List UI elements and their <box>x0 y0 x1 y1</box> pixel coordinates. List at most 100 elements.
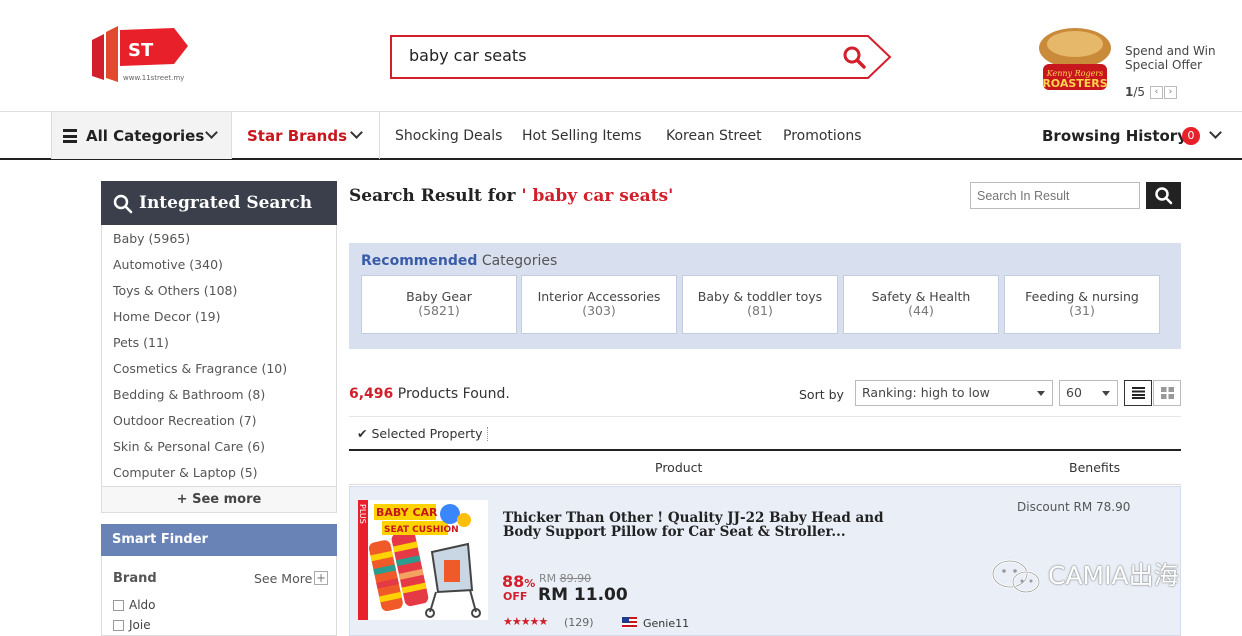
category-item[interactable]: Pets (11) <box>113 335 169 350</box>
search-input[interactable] <box>409 46 809 65</box>
promo-image[interactable]: Kenny Rogers ROASTERS <box>1035 26 1115 98</box>
product-image-text-1: BABY CAR <box>376 506 438 519</box>
brand-label: Brand <box>113 571 157 586</box>
logo-url: www.11street.my <box>123 74 185 82</box>
rec-category-name: Safety & Health <box>871 289 971 304</box>
promo-text[interactable]: Spend and Win Special Offer <box>1125 44 1216 72</box>
rec-category-count: (31) <box>1069 303 1095 318</box>
selected-property[interactable]: ✔ Selected Property <box>357 426 483 441</box>
old-price-currency: RM <box>539 572 557 585</box>
discount-percent: 88% <box>502 572 535 591</box>
integrated-search-header: Integrated Search <box>101 181 337 225</box>
list-view-button[interactable] <box>1124 380 1152 406</box>
divider <box>487 427 488 441</box>
new-price: RM 11.00 <box>538 585 628 605</box>
rec-category-card[interactable]: Baby Gear (5821) <box>361 275 517 334</box>
category-item[interactable]: Outdoor Recreation (7) <box>113 413 257 428</box>
all-categories-label: All Categories <box>86 127 205 145</box>
product-image[interactable]: BABY CAR SEAT CUSHION <box>368 500 488 620</box>
rec-category-card[interactable]: Baby & toddler toys (81) <box>682 275 838 334</box>
rec-category-card[interactable]: Interior Accessories (303) <box>521 275 677 334</box>
wechat-icon <box>991 559 1041 594</box>
brand-checkbox[interactable] <box>113 600 124 611</box>
rec-category-name: Feeding & nursing <box>1025 289 1139 304</box>
review-count[interactable]: (129) <box>564 616 594 629</box>
chevron-down-icon[interactable] <box>1209 126 1222 139</box>
rec-category-count: (81) <box>747 303 773 318</box>
history-count-badge: 0 <box>1182 127 1200 145</box>
category-item[interactable]: Home Decor (19) <box>113 309 221 324</box>
selected-property-row: ✔ Selected Property <box>349 416 1181 451</box>
main-nav: All Categories Star Brands Shocking Deal… <box>0 112 1242 160</box>
percent-sign: % <box>524 577 536 590</box>
brand-option: Joie <box>129 618 151 632</box>
category-item[interactable]: Automotive (340) <box>113 257 223 272</box>
discount-percent-value: 88 <box>502 572 525 591</box>
rec-category-card[interactable]: Feeding & nursing (31) <box>1004 275 1160 334</box>
brand-see-more[interactable]: See More <box>254 571 312 586</box>
plus-icon[interactable]: + <box>314 571 328 585</box>
seller-name[interactable]: Genie11 <box>643 617 689 630</box>
chevron-down-icon <box>350 126 363 139</box>
recommended-rest: Categories <box>481 253 558 269</box>
brand-option: Aldo <box>129 598 156 612</box>
site-header: ST www.11street.my Kenny Rogers ROASTERS… <box>0 0 1242 112</box>
result-prefix: Search Result for <box>349 186 516 206</box>
chevron-down-icon <box>205 126 218 139</box>
star-brands-menu[interactable]: Star Brands <box>232 112 380 159</box>
product-title[interactable]: Thicker Than Other ! Quality JJ-22 Baby … <box>503 511 913 539</box>
category-item[interactable]: Baby (5965) <box>113 231 190 246</box>
grid-view-icon <box>1161 387 1174 399</box>
found-text: Products Found. <box>397 386 510 402</box>
plus-tag-label: PLUS <box>358 504 367 524</box>
nav-promotions[interactable]: Promotions <box>783 128 862 144</box>
sort-select[interactable]: Ranking: high to low <box>855 380 1053 406</box>
seller-flag-icon <box>622 617 637 628</box>
category-item[interactable]: Toys & Others (108) <box>113 283 237 298</box>
rating-stars: ★★★★★ <box>503 615 548 628</box>
search-icon[interactable] <box>842 45 866 69</box>
promo-pager-total: /5 <box>1133 85 1146 99</box>
star-brands-label: Star Brands <box>247 127 348 145</box>
rec-category-count: (5821) <box>418 303 460 318</box>
rec-category-count: (303) <box>582 303 616 318</box>
category-item[interactable]: Skin & Personal Care (6) <box>113 439 265 454</box>
rec-category-name: Baby Gear <box>406 289 472 304</box>
per-page-select[interactable]: 60 <box>1059 380 1118 406</box>
all-categories-menu[interactable]: All Categories <box>51 112 232 159</box>
category-filter-list: Baby (5965) Automotive (340) Toys & Othe… <box>101 225 337 513</box>
result-query: ' baby car seats' <box>521 186 674 206</box>
product-image-text-2: SEAT CUSHION <box>384 525 459 535</box>
svg-text:ROASTERS: ROASTERS <box>1042 77 1107 90</box>
smart-finder-header: Smart Finder <box>101 524 337 556</box>
grid-view-button[interactable] <box>1153 380 1181 406</box>
rec-category-card[interactable]: Safety & Health (44) <box>843 275 999 334</box>
search-icon <box>1155 187 1173 205</box>
category-item[interactable]: Bedding & Bathroom (8) <box>113 387 265 402</box>
search-in-result-button[interactable] <box>1146 182 1181 209</box>
nav-hot-selling-items[interactable]: Hot Selling Items <box>522 128 642 144</box>
old-price-value: 89.90 <box>559 572 592 585</box>
check-icon: ✔ <box>357 426 368 441</box>
integrated-search-title: Integrated Search <box>139 193 313 213</box>
category-item[interactable]: Cosmetics & Fragrance (10) <box>113 361 287 376</box>
brand-checkbox[interactable] <box>113 620 124 631</box>
recommended-bold: Recommended <box>361 253 478 269</box>
see-more-button[interactable]: + See more <box>102 486 336 512</box>
category-item[interactable]: Computer & Laptop (5) <box>113 465 258 480</box>
search-result-title: Search Result for ' baby car seats' <box>349 186 673 206</box>
nav-shocking-deals[interactable]: Shocking Deals <box>395 128 502 144</box>
nav-korean-street[interactable]: Korean Street <box>666 128 762 144</box>
browsing-history-button[interactable]: Browsing History <box>1042 127 1187 145</box>
caret-down-icon <box>1037 391 1045 396</box>
per-page-value: 60 <box>1066 385 1082 400</box>
rec-category-count: (44) <box>908 303 934 318</box>
chevron-left-icon[interactable]: ‹ <box>1149 86 1163 99</box>
chevron-right-icon[interactable]: › <box>1163 86 1177 99</box>
search-in-result-input[interactable] <box>970 182 1140 209</box>
hamburger-icon <box>63 129 77 143</box>
off-label: OFF <box>503 590 528 603</box>
list-view-icon <box>1132 387 1145 399</box>
sort-value: Ranking: high to low <box>862 385 990 400</box>
found-count: 6,496 <box>349 386 394 402</box>
